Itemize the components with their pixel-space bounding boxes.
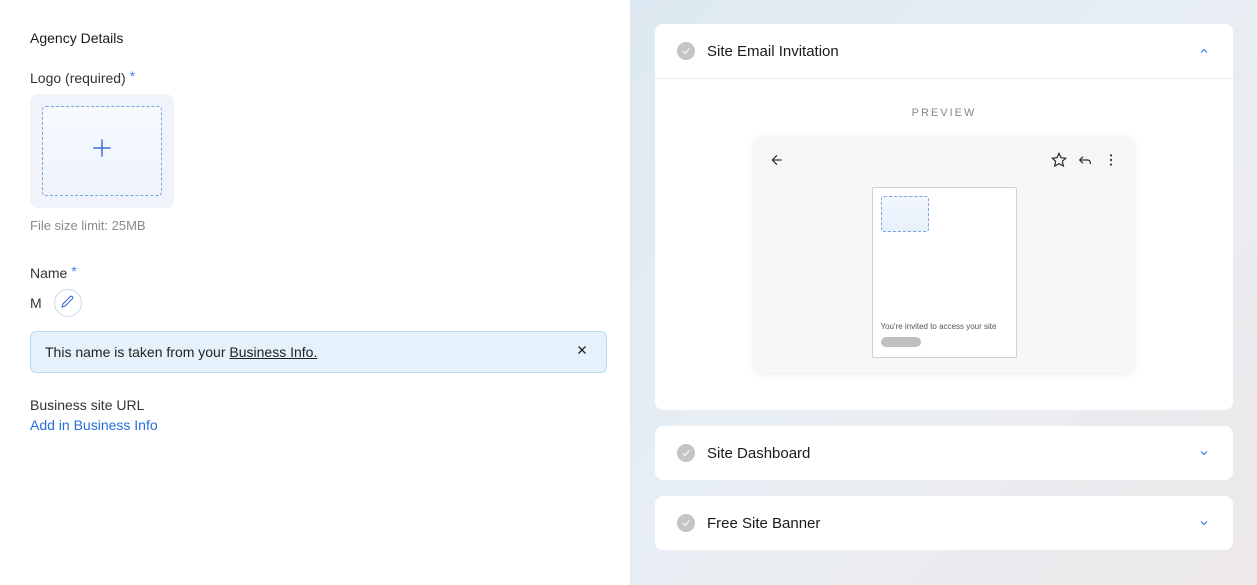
email-logo-placeholder	[881, 196, 929, 232]
url-label: Business site URL	[30, 397, 600, 413]
preview-label: PREVIEW	[715, 107, 1173, 119]
more-dots-icon	[1102, 151, 1120, 169]
card-header-banner[interactable]: Free Site Banner	[655, 496, 1233, 550]
name-info-banner: This name is taken from your Business In…	[30, 331, 607, 373]
pencil-icon	[61, 295, 74, 311]
star-icon	[1050, 151, 1068, 169]
email-preview-area: PREVIEW	[655, 79, 1233, 410]
reply-icon	[1076, 151, 1094, 169]
card-header-email[interactable]: Site Email Invitation	[655, 24, 1233, 79]
name-row: M	[30, 289, 600, 317]
add-business-info-link[interactable]: Add in Business Info	[30, 417, 600, 433]
chevron-up-icon	[1197, 44, 1211, 58]
agency-details-panel: Agency Details Logo (required) * File si…	[0, 0, 631, 585]
card-title: Site Dashboard	[707, 445, 1185, 462]
name-label: Name *	[30, 265, 600, 281]
file-size-hint: File size limit: 25MB	[30, 218, 600, 233]
logo-upload-box[interactable]	[42, 106, 162, 196]
email-body: You're invited to access your site	[872, 187, 1017, 358]
info-text: This name is taken from your Business In…	[45, 344, 317, 360]
required-asterisk: *	[130, 69, 135, 83]
card-title: Free Site Banner	[707, 515, 1185, 532]
required-asterisk: *	[71, 264, 76, 278]
business-info-link[interactable]: Business Info.	[229, 344, 317, 360]
logo-upload-area[interactable]	[30, 94, 174, 208]
edit-name-button[interactable]	[54, 289, 82, 317]
email-preview-frame: You're invited to access your site	[754, 137, 1134, 372]
check-icon	[677, 514, 695, 532]
preview-panel: Site Email Invitation PREVIEW	[631, 0, 1257, 585]
email-toolbar	[768, 151, 1120, 169]
back-arrow-icon	[768, 151, 786, 169]
site-dashboard-card: Site Dashboard	[655, 426, 1233, 480]
check-icon	[677, 444, 695, 462]
email-cta-placeholder	[881, 337, 921, 347]
card-title: Site Email Invitation	[707, 43, 1185, 60]
check-icon	[677, 42, 695, 60]
chevron-down-icon	[1197, 446, 1211, 460]
chevron-down-icon	[1197, 516, 1211, 530]
email-invite-text: You're invited to access your site	[881, 322, 1008, 331]
close-icon[interactable]	[572, 344, 592, 360]
section-title: Agency Details	[30, 30, 600, 46]
free-site-banner-card: Free Site Banner	[655, 496, 1233, 550]
card-header-dashboard[interactable]: Site Dashboard	[655, 426, 1233, 480]
name-section: Name * M	[30, 265, 600, 317]
site-email-invitation-card: Site Email Invitation PREVIEW	[655, 24, 1233, 410]
logo-label: Logo (required) *	[30, 70, 600, 86]
plus-icon	[89, 135, 115, 168]
business-url-section: Business site URL Add in Business Info	[30, 397, 600, 433]
name-value: M	[30, 295, 42, 311]
